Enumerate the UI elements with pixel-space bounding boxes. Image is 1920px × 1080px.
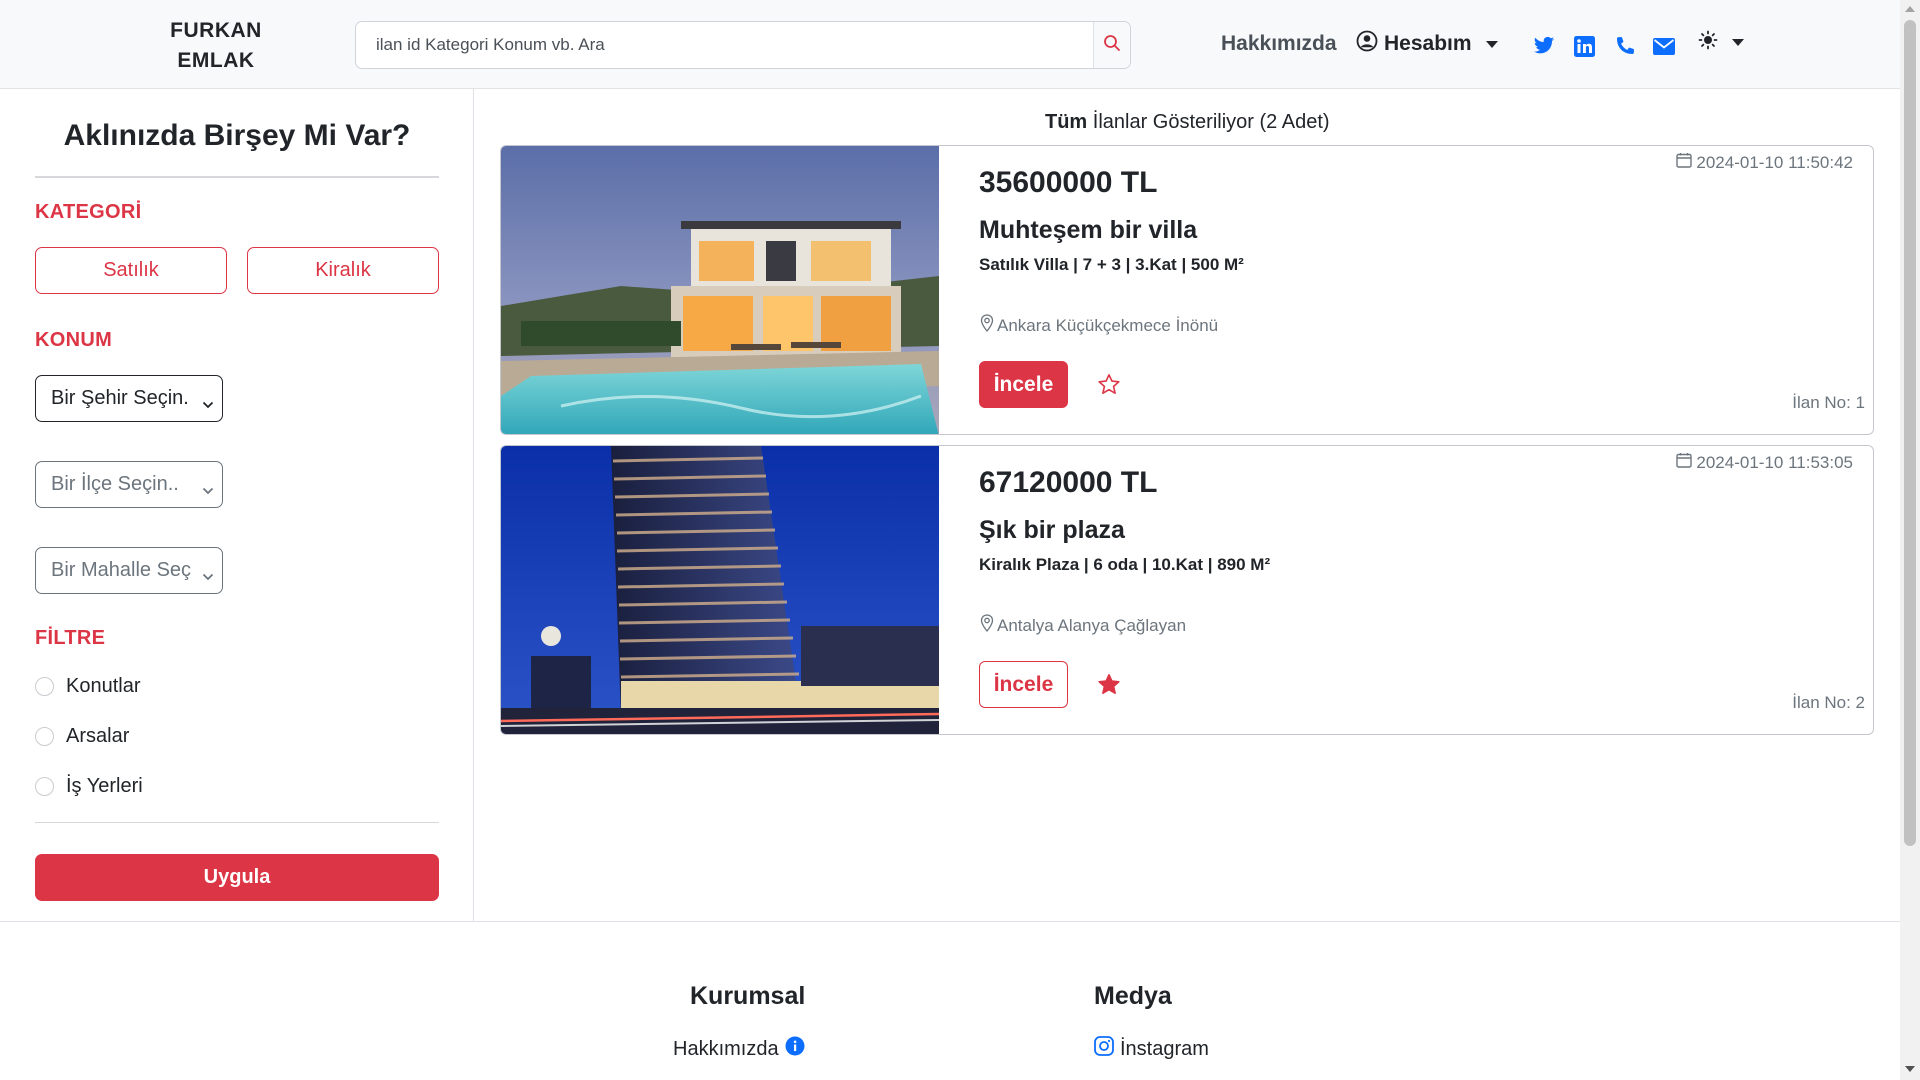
search-bar (355, 21, 1131, 69)
listing-number: İlan No: 1 (1792, 393, 1865, 412)
radio-button[interactable] (35, 677, 54, 696)
sun-icon (1698, 30, 1718, 55)
brand-line1: FURKAN (170, 19, 262, 42)
listing-photo-villa[interactable] (501, 146, 939, 434)
brand-line2: EMLAK (177, 49, 255, 72)
user-circle-icon (1356, 30, 1378, 58)
chevron-down-icon (202, 393, 214, 416)
footer-instagram-link[interactable]: İnstagram (1094, 1036, 1209, 1062)
search-button[interactable] (1093, 22, 1130, 68)
listing-location-text: Ankara Küçükçekmece İnönü (997, 315, 1219, 335)
filter-option-workplaces[interactable]: İş Yerleri (35, 775, 143, 798)
listing-date-text: 2024-01-10 11:53:05 (1696, 452, 1853, 472)
location-heading: KONUM (35, 329, 113, 351)
radio-button[interactable] (35, 777, 54, 796)
favorite-star-filled-icon[interactable] (1097, 673, 1121, 701)
neighborhood-select[interactable]: Bir Mahalle Seç (35, 547, 223, 594)
footer-media-heading: Medya (1094, 982, 1172, 1010)
filter-option-land[interactable]: Arsalar (35, 725, 129, 748)
search-icon (1103, 34, 1121, 57)
listing-header-bold: Tüm (1045, 111, 1088, 133)
scrollbar-thumb[interactable] (1904, 20, 1916, 846)
listing-photo-plaza[interactable] (501, 446, 939, 734)
theme-toggle[interactable] (1698, 30, 1744, 55)
listing-number: İlan No: 2 (1792, 693, 1865, 712)
listing-location: Antalya Alanya Çağlayan (979, 614, 1186, 637)
district-select[interactable]: Bir İlçe Seçin.. (35, 461, 223, 508)
calendar-icon (1676, 452, 1693, 473)
listing-count-header: Tüm İlanlar Gösteriliyor (2 Adet) (1045, 111, 1330, 134)
nav-about-link[interactable]: Hakkımızda (1221, 32, 1337, 56)
filter-sidebar: Aklınızda Birşey Mi Var? KATEGORİ Satılı… (0, 89, 474, 921)
listing-location-text: Antalya Alanya Çağlayan (997, 615, 1187, 635)
footer-corporate-heading: Kurumsal (690, 982, 806, 1010)
radio-button[interactable] (35, 727, 54, 746)
listing-location: Ankara Küçükçekmece İnönü (979, 314, 1218, 337)
twitter-icon[interactable] (1530, 32, 1558, 60)
footer-instagram-label: İnstagram (1120, 1037, 1209, 1060)
category-heading: KATEGORİ (35, 201, 142, 223)
map-pin-icon (979, 614, 995, 637)
chevron-down-icon (202, 479, 214, 502)
listing-specs: Kiralık Plaza | 6 oda | 10.Kat | 890 M² (979, 555, 1271, 574)
city-select[interactable]: Bir Şehir Seçin. (35, 375, 223, 422)
filter-heading: FİLTRE (35, 627, 106, 649)
info-icon (785, 1036, 805, 1062)
map-pin-icon (979, 314, 995, 337)
listing-header-text: İlanlar Gösteriliyor (2 Adet) (1092, 111, 1330, 133)
footer: Kurumsal Hakkımızda Medya İnstagram (0, 921, 1900, 1080)
account-label: Hesabım (1384, 32, 1472, 55)
mail-icon[interactable] (1650, 32, 1678, 60)
search-input[interactable] (356, 22, 1094, 68)
page-scrollbar[interactable] (1900, 0, 1920, 1080)
listing-specs: Satılık Villa | 7 + 3 | 3.Kat | 500 M² (979, 255, 1244, 274)
divider (35, 176, 439, 178)
district-select-value: Bir İlçe Seçin.. (51, 473, 179, 495)
linkedin-icon[interactable] (1570, 32, 1598, 60)
listing-card[interactable]: 2024-01-10 11:53:05 67120000 TL Şık bir … (500, 445, 1874, 735)
footer-about-link[interactable]: Hakkımızda (673, 1036, 805, 1062)
listing-title[interactable]: Muhteşem bir villa (979, 216, 1197, 245)
calendar-icon (1676, 152, 1693, 173)
chevron-down-icon (1485, 40, 1498, 48)
city-select-value: Bir Şehir Seçin. (51, 387, 189, 409)
instagram-icon (1094, 1036, 1114, 1062)
view-listing-button[interactable]: İncele (979, 361, 1068, 408)
navbar: FURKAN EMLAK Hakkımızda Hesabım (0, 0, 1900, 89)
phone-icon[interactable] (1610, 32, 1638, 60)
brand-logo[interactable]: FURKAN EMLAK (150, 16, 282, 76)
listing-price: 35600000 TL (979, 166, 1158, 199)
filter-option-residences[interactable]: Konutlar (35, 675, 141, 698)
listing-date: 2024-01-10 11:53:05 (1676, 452, 1853, 473)
view-listing-button[interactable]: İncele (979, 661, 1068, 708)
filter-option-label: Konutlar (66, 675, 141, 697)
favorite-star-outline-icon[interactable] (1097, 373, 1121, 401)
listing-card[interactable]: 2024-01-10 11:50:42 35600000 TL Muhteşem… (500, 145, 1874, 435)
sidebar-title: Aklınızda Birşey Mi Var? (63, 119, 411, 152)
listing-title[interactable]: Şık bir plaza (979, 516, 1125, 545)
listing-price: 67120000 TL (979, 466, 1158, 499)
listing-date-text: 2024-01-10 11:50:42 (1696, 152, 1853, 172)
scroll-up-arrow-icon[interactable] (1905, 6, 1915, 12)
neighborhood-select-value: Bir Mahalle Seç (51, 559, 192, 581)
footer-about-label: Hakkımızda (673, 1037, 779, 1060)
category-button-sale[interactable]: Satılık (35, 247, 227, 294)
filter-option-label: İş Yerleri (66, 775, 143, 797)
listing-date: 2024-01-10 11:50:42 (1676, 152, 1853, 173)
divider (35, 822, 439, 823)
chevron-down-icon (202, 565, 214, 588)
account-dropdown[interactable]: Hesabım (1356, 30, 1498, 58)
scroll-down-arrow-icon[interactable] (1905, 1066, 1915, 1072)
filter-option-label: Arsalar (66, 725, 130, 747)
chevron-down-icon (1732, 39, 1744, 46)
apply-button[interactable]: Uygula (35, 854, 439, 901)
category-button-rent[interactable]: Kiralık (247, 247, 439, 294)
